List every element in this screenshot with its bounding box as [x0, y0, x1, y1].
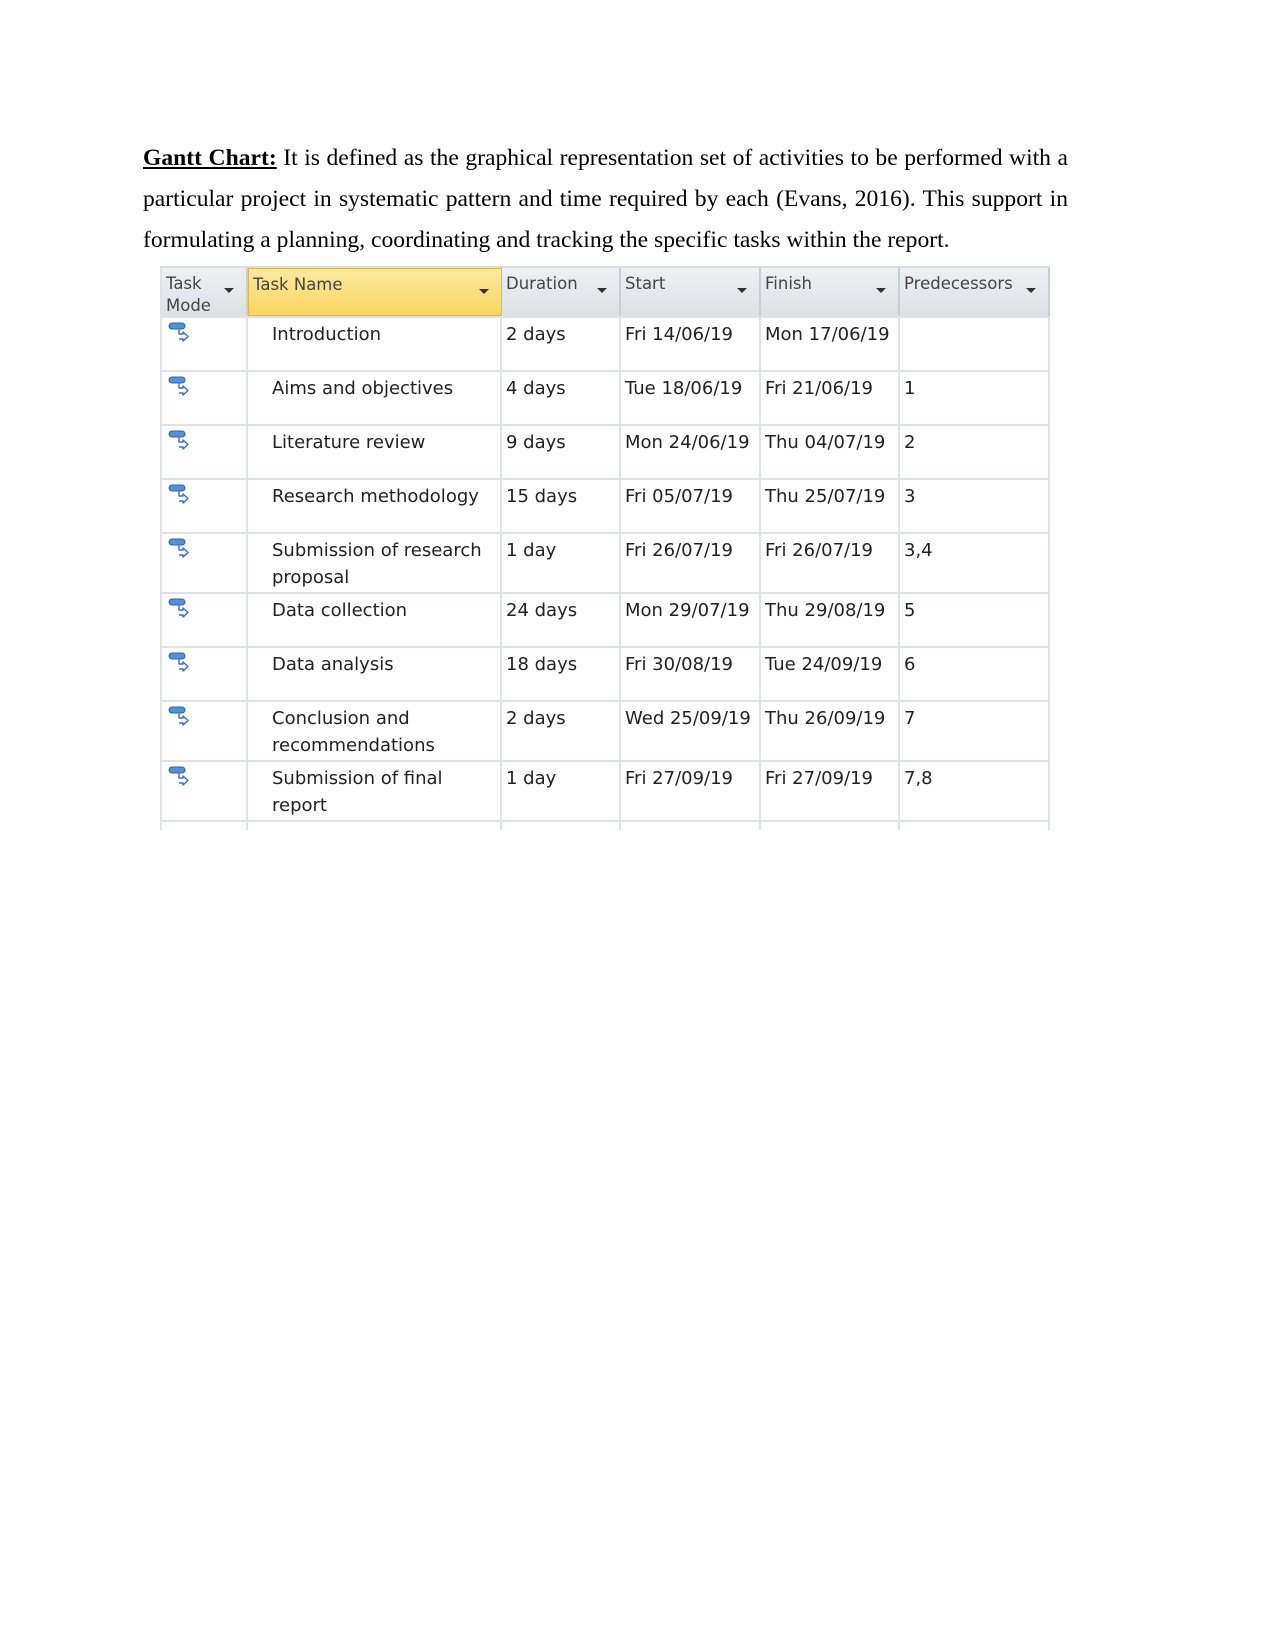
task-name-cell[interactable]: Submission of final report	[248, 762, 502, 820]
start-cell[interactable]: Fri 27/09/19	[621, 762, 761, 820]
finish-cell[interactable]: Fri 21/06/19	[761, 372, 900, 424]
header-task-mode[interactable]: Task Mode	[160, 268, 248, 316]
duration-cell[interactable]: 15 days	[502, 480, 621, 532]
table-header-row: Task Mode Task Name Duration Start Finis…	[160, 268, 1050, 318]
auto-scheduled-task-icon	[168, 766, 189, 786]
dropdown-arrow-icon[interactable]	[876, 288, 886, 293]
finish-cell[interactable]: Thu 25/07/19	[761, 480, 900, 532]
start-cell[interactable]: Fri 14/06/19	[621, 318, 761, 370]
task-mode-cell[interactable]	[160, 648, 248, 700]
predecessors-cell[interactable]	[900, 318, 1050, 370]
predecessors-cell[interactable]: 2	[900, 426, 1050, 478]
task-mode-cell[interactable]	[160, 762, 248, 820]
auto-scheduled-task-icon	[168, 598, 189, 618]
task-name-cell[interactable]: Conclusion and recommendations	[248, 702, 502, 760]
header-predecessors-label: Predecessors	[904, 274, 1013, 293]
start-cell[interactable]: Tue 18/06/19	[621, 372, 761, 424]
gantt-task-table: Task Mode Task Name Duration Start Finis…	[160, 266, 1050, 830]
task-mode-cell[interactable]	[160, 480, 248, 532]
gantt-chart-term: Gantt Chart:	[143, 145, 277, 171]
start-cell[interactable]: Mon 24/06/19	[621, 426, 761, 478]
duration-cell[interactable]: 9 days	[502, 426, 621, 478]
duration-cell[interactable]: 2 days	[502, 318, 621, 370]
duration-cell[interactable]: 1 day	[502, 762, 621, 820]
finish-cell[interactable]: Thu 26/09/19	[761, 702, 900, 760]
duration-cell[interactable]: 24 days	[502, 594, 621, 646]
auto-scheduled-task-icon	[168, 484, 189, 504]
dropdown-arrow-icon[interactable]	[597, 288, 607, 293]
table-row[interactable]: Research methodology 15 days Fri 05/07/19 T…	[160, 480, 1050, 534]
header-duration-label: Duration	[506, 274, 578, 293]
finish-cell[interactable]: Thu 04/07/19	[761, 426, 900, 478]
auto-scheduled-task-icon	[168, 322, 189, 342]
duration-cell[interactable]: 4 days	[502, 372, 621, 424]
table-row[interactable]: Aims and objectives 4 days Tue 18/06/19 Fri…	[160, 372, 1050, 426]
task-name-cell[interactable]: Aims and objectives	[248, 372, 502, 424]
header-task-mode-label: Task Mode	[166, 274, 211, 315]
header-predecessors[interactable]: Predecessors	[900, 268, 1050, 316]
header-task-name[interactable]: Task Name	[248, 268, 502, 316]
task-name-cell[interactable]: Data analysis	[248, 648, 502, 700]
header-task-name-label: Task Name	[253, 275, 343, 294]
dropdown-arrow-icon[interactable]	[479, 289, 489, 294]
predecessors-cell[interactable]: 1	[900, 372, 1050, 424]
task-name-cell[interactable]: Introduction	[248, 318, 502, 370]
task-mode-cell[interactable]	[160, 534, 248, 592]
auto-scheduled-task-icon	[168, 538, 189, 558]
auto-scheduled-task-icon	[168, 376, 189, 396]
header-finish-label: Finish	[765, 274, 812, 293]
auto-scheduled-task-icon	[168, 430, 189, 450]
start-cell[interactable]: Fri 26/07/19	[621, 534, 761, 592]
table-row[interactable]: Data collection 24 days Mon 29/07/19 Thu 29…	[160, 594, 1050, 648]
duration-cell[interactable]: 18 days	[502, 648, 621, 700]
predecessors-cell[interactable]: 3,4	[900, 534, 1050, 592]
start-cell[interactable]: Mon 29/07/19	[621, 594, 761, 646]
table-row[interactable]: Conclusion and recommendations 2 days Wed …	[160, 702, 1050, 762]
task-name-cell[interactable]: Data collection	[248, 594, 502, 646]
task-name-cell[interactable]: Literature review	[248, 426, 502, 478]
dropdown-arrow-icon[interactable]	[737, 288, 747, 293]
auto-scheduled-task-icon	[168, 652, 189, 672]
predecessors-cell[interactable]: 7,8	[900, 762, 1050, 820]
task-mode-cell[interactable]	[160, 318, 248, 370]
header-duration[interactable]: Duration	[502, 268, 621, 316]
start-cell[interactable]: Fri 30/08/19	[621, 648, 761, 700]
table-trailing-gridlines	[160, 822, 1050, 830]
header-start-label: Start	[625, 274, 666, 293]
gantt-description-paragraph: Gantt Chart: It is defined as the graphi…	[143, 138, 1068, 261]
finish-cell[interactable]: Thu 29/08/19	[761, 594, 900, 646]
auto-scheduled-task-icon	[168, 706, 189, 726]
task-mode-cell[interactable]	[160, 702, 248, 760]
task-name-cell[interactable]: Submission of research proposal	[248, 534, 502, 592]
header-finish[interactable]: Finish	[761, 268, 900, 316]
start-cell[interactable]: Wed 25/09/19	[621, 702, 761, 760]
duration-cell[interactable]: 1 day	[502, 534, 621, 592]
table-row[interactable]: Submission of research proposal 1 day Fri …	[160, 534, 1050, 594]
header-start[interactable]: Start	[621, 268, 761, 316]
table-row[interactable]: Introduction 2 days Fri 14/06/19 Mon 17/06/…	[160, 318, 1050, 372]
task-name-cell[interactable]: Research methodology	[248, 480, 502, 532]
finish-cell[interactable]: Tue 24/09/19	[761, 648, 900, 700]
predecessors-cell[interactable]: 3	[900, 480, 1050, 532]
start-cell[interactable]: Fri 05/07/19	[621, 480, 761, 532]
predecessors-cell[interactable]: 5	[900, 594, 1050, 646]
finish-cell[interactable]: Fri 26/07/19	[761, 534, 900, 592]
finish-cell[interactable]: Fri 27/09/19	[761, 762, 900, 820]
predecessors-cell[interactable]: 6	[900, 648, 1050, 700]
task-mode-cell[interactable]	[160, 372, 248, 424]
table-row[interactable]: Literature review 9 days Mon 24/06/19 Thu 0…	[160, 426, 1050, 480]
task-mode-cell[interactable]	[160, 426, 248, 478]
table-row[interactable]: Data analysis 18 days Fri 30/08/19 Tue 24/0…	[160, 648, 1050, 702]
finish-cell[interactable]: Mon 17/06/19	[761, 318, 900, 370]
duration-cell[interactable]: 2 days	[502, 702, 621, 760]
predecessors-cell[interactable]: 7	[900, 702, 1050, 760]
dropdown-arrow-icon[interactable]	[1026, 288, 1036, 293]
table-row[interactable]: Submission of final report 1 day Fri 27/09…	[160, 762, 1050, 822]
task-mode-cell[interactable]	[160, 594, 248, 646]
gantt-description-text: It is defined as the graphical represent…	[143, 145, 1069, 253]
dropdown-arrow-icon[interactable]	[224, 288, 234, 293]
